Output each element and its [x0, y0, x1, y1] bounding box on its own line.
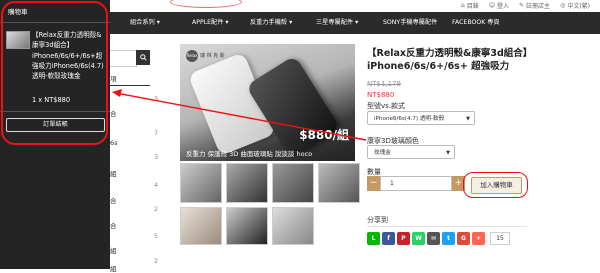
brand-logo-text: 瑞 林 克 斯 [200, 53, 225, 59]
quantity-minus-button[interactable]: − [367, 176, 380, 191]
thumbnail[interactable] [180, 163, 222, 203]
sidebar-fragment[interactable]: 合 [110, 220, 117, 230]
quantity-input[interactable]: 1 [380, 176, 452, 191]
quantity-stepper: − 1 + [367, 176, 465, 191]
thumbnail[interactable] [226, 207, 268, 245]
chevron-down-icon: ▼ [466, 116, 470, 122]
sidebar-count: 7 [154, 129, 159, 137]
home-icon: ⌂ [460, 2, 465, 9]
share-divider [367, 226, 527, 227]
top-link-label: 中文(繁) [567, 3, 590, 10]
cart-divider [0, 22, 110, 23]
chevron-down-icon: ▼ [446, 150, 450, 156]
top-link-language[interactable]: ◎ 中文(繁) [560, 1, 590, 10]
sidebar-fragment[interactable]: 合 [110, 108, 117, 118]
nav-item-facebook[interactable]: FACEBOOK 専頁 [452, 12, 500, 34]
quantity-plus-button[interactable]: + [452, 176, 465, 191]
more-icon[interactable]: + [472, 232, 485, 245]
user-icon: ☺ [488, 2, 495, 9]
nav-item-antigravity[interactable]: 反重力手機殼 ▾ [250, 12, 292, 34]
model-select[interactable]: iPhone6/6s(4.7) 透明-軟殼 ▼ [367, 111, 475, 125]
share-count: 15 [490, 232, 510, 245]
cart-title: 購物車 [8, 8, 28, 16]
top-link-label: 登入 [497, 3, 510, 10]
black-phone-image [245, 55, 341, 159]
thumbnail[interactable] [226, 163, 268, 203]
sidebar-count: 2 [154, 257, 159, 265]
sidebar-fragment[interactable]: 6s [110, 139, 118, 147]
image-caption: 反重力 保護殼 3D 曲面玻璃貼 說談談 hoco [186, 150, 313, 158]
price-overlay: $880/組 [299, 128, 349, 142]
thumbnail[interactable] [180, 207, 222, 245]
model-label: 型號vs.款式 [367, 102, 406, 110]
category-sidebar: 項 合 3 7 6s 3 組 4 合 2 合 5 組 2 組 [110, 35, 160, 273]
sidebar-fragment: 項 [110, 75, 117, 83]
checkout-button[interactable]: 訂單結帳 [6, 118, 105, 132]
top-link-label: 註冊店主 [526, 3, 551, 10]
globe-icon: ◎ [560, 2, 566, 9]
pinterest-icon[interactable]: P [397, 232, 410, 245]
sidebar-count: 2 [154, 205, 159, 213]
color-select[interactable]: 玫瑰金 ▼ [367, 145, 455, 159]
sidebar-fragment[interactable]: 組 [110, 168, 117, 178]
email-icon[interactable]: ✉ [427, 232, 440, 245]
original-price: NT$1,179 [367, 80, 402, 88]
nav-item-sony[interactable]: SONY手機専屬配件 [383, 12, 437, 34]
sidebar-count: 3 [154, 153, 159, 161]
sidebar-count: 3 [154, 95, 159, 103]
cart-item-quantity: 1 x NT$880 [32, 96, 71, 104]
nav-item-samsung[interactable]: 三星専屬配件 ▾ [316, 12, 358, 34]
sidebar-fragment[interactable]: 組 [110, 263, 117, 273]
color-select-value: 玫瑰金 [374, 150, 391, 156]
googleplus-icon[interactable]: G [457, 232, 470, 245]
top-links: ⌂ 目錄 ☺ 登入 ✎ 註冊店主 ◎ 中文(繁) [461, 1, 590, 10]
top-link-register[interactable]: ✎ 註冊店主 [519, 1, 550, 10]
sale-price: NT$880 [367, 91, 395, 99]
sidebar-divider [110, 85, 150, 86]
sidebar-fragment[interactable]: 合 [110, 195, 117, 205]
sidebar-fragment[interactable]: 組 [110, 245, 117, 255]
nav-item-combo[interactable]: 組合系列 ▾ [130, 12, 160, 34]
top-link-label: 目錄 [466, 3, 479, 10]
register-icon: ✎ [519, 2, 525, 9]
share-buttons: Lf P W ✉ t G +15 [367, 232, 510, 245]
line-icon[interactable]: L [367, 232, 380, 245]
cart-divider [0, 111, 110, 112]
add-to-cart-button[interactable]: 加入購物車 [471, 177, 522, 194]
product-title: 【Relax反重力透明殼&康寧3d組合】iPhone6/6s/6+/6s+ 超強… [367, 48, 533, 72]
search-icon [139, 54, 147, 61]
model-select-value: iPhone6/6s(4.7) 透明-軟殼 [374, 116, 445, 122]
sidebar-search-button[interactable] [136, 50, 150, 65]
cart-item-name[interactable]: 【Relax反重力透明殼&康寧3d組合】iPhone6/6s/6+/6s+超強吸… [32, 30, 106, 81]
cart-item-thumbnail[interactable] [6, 31, 30, 49]
thumbnail[interactable] [318, 163, 360, 203]
thumbnail[interactable] [272, 163, 314, 203]
whatsapp-icon[interactable]: W [412, 232, 425, 245]
thumbnail[interactable] [272, 207, 314, 245]
facebook-icon[interactable]: f [382, 232, 395, 245]
twitter-icon[interactable]: t [442, 232, 455, 245]
sidebar-count: 4 [154, 181, 159, 189]
brand-logo: Relax [186, 50, 198, 62]
sidebar-count: 5 [154, 232, 159, 240]
top-link-catalog[interactable]: ⌂ 目錄 [461, 1, 479, 10]
sidebar-search-input[interactable] [110, 50, 137, 67]
cart-panel: 購物車 【Relax反重力透明殼&康寧3d組合】iPhone6/6s/6+/6s… [0, 0, 110, 269]
nav-item-apple[interactable]: APPLE配件 ▾ [192, 12, 229, 34]
share-label: 分享到 [367, 216, 388, 224]
product-main-image[interactable]: Relax 瑞 林 克 斯 $880/組 反重力 保護殼 3D 曲面玻璃貼 說談… [180, 44, 355, 161]
top-link-login[interactable]: ☺ 登入 [489, 1, 509, 10]
